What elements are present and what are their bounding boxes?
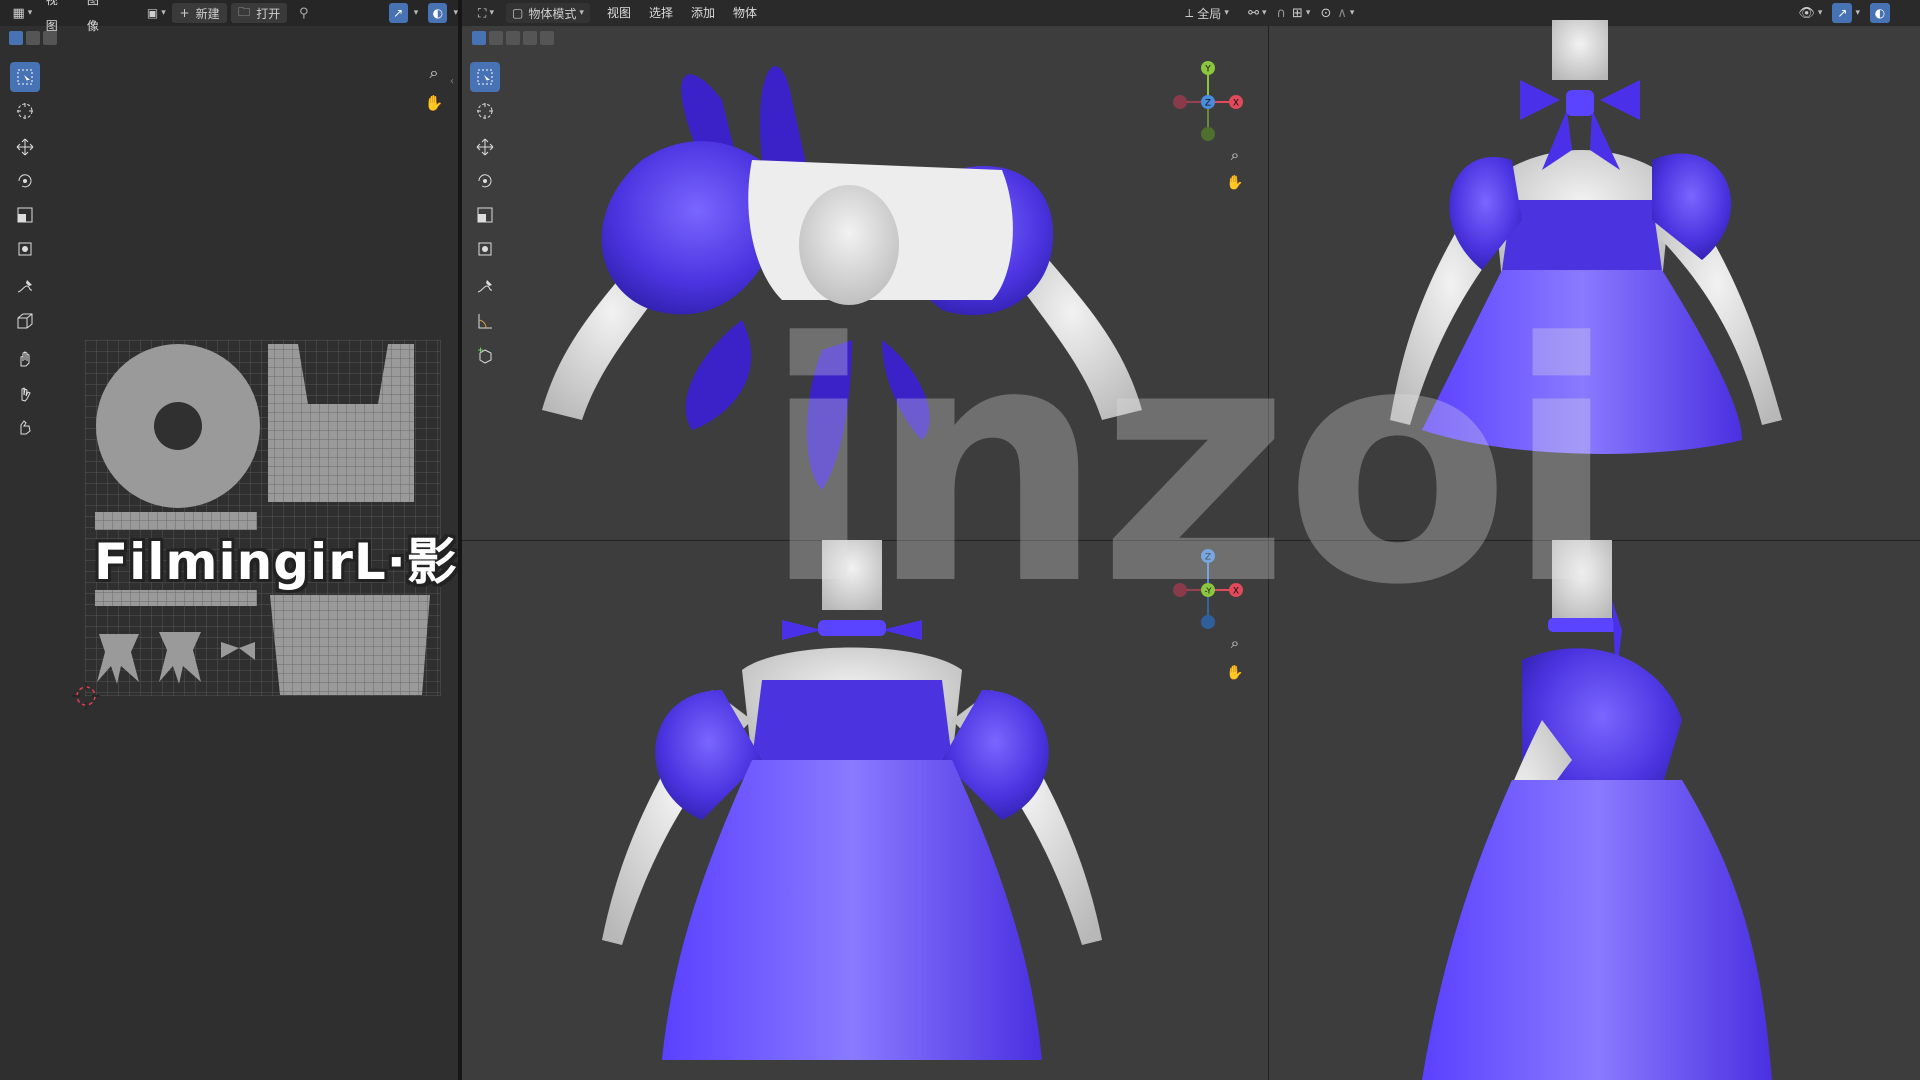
snap-target-icon[interactable]: ⊞ — [1292, 6, 1303, 21]
menu-select[interactable]: 选择 — [640, 0, 682, 26]
plus-icon: + — [179, 6, 190, 20]
rotate-tool-3d[interactable] — [470, 166, 500, 196]
editor-type-button-3d[interactable]: ⛶ ▾ — [472, 3, 500, 23]
overlay-logo-text: FilmingirL·影 — [94, 533, 458, 591]
select-mode-extend-icon-3d[interactable] — [489, 31, 503, 45]
gizmo-icon-3d: ↗ — [1837, 6, 1848, 20]
scale-tool-3d[interactable] — [470, 200, 500, 230]
select-box-tool[interactable] — [10, 62, 40, 92]
collapse-arrow-icon[interactable]: ‹ — [450, 76, 454, 87]
menu-add[interactable]: 添加 — [682, 0, 724, 26]
viewport-pan-icon-front[interactable]: ✋ — [1222, 660, 1248, 686]
menu-object[interactable]: 物体 — [724, 0, 766, 26]
3d-viewport-icon: ⛶ — [478, 5, 487, 20]
pinch-tool[interactable] — [10, 412, 40, 442]
new-label: 新建 — [195, 6, 220, 21]
snap-icon[interactable]: ∩ — [1277, 6, 1287, 21]
mode-dropdown[interactable]: ▢ 物体模式 ▾ — [506, 3, 590, 23]
pin-icon[interactable]: ⚲ — [299, 6, 309, 21]
mode-label: 物体模式 — [528, 6, 577, 21]
watermark-logo: inzoi — [762, 273, 1618, 657]
object-mode-icon: ▢ — [512, 6, 524, 20]
add-cube-tool-3d[interactable] — [470, 340, 500, 370]
cursor-tool-3d[interactable] — [470, 96, 500, 126]
uv-editor-header: ▦ ▾ 视图 图像 ▣ ▾ + 新建 🗀 打开 ⚲ ↗ ▾ ◐ ▾ — [0, 0, 458, 33]
annotate-tool-3d[interactable] — [470, 272, 500, 302]
uv-layout — [85, 340, 441, 696]
overlay-icon-3d: ◐ — [1874, 6, 1886, 20]
move-tool-3d[interactable] — [470, 132, 500, 162]
falloff-icon[interactable]: ∧ — [1337, 6, 1347, 21]
uv-island-skirt — [270, 595, 430, 695]
pan-hand-icon[interactable]: ✋ — [421, 90, 447, 116]
gizmo-dropdown-icon[interactable]: ▾ — [414, 8, 419, 18]
editor-type-button[interactable]: ▦ ▾ — [8, 3, 37, 23]
visibility-icon[interactable]: 👁 — [1798, 6, 1815, 21]
zoom-icon[interactable]: ⌕ — [421, 60, 447, 86]
uv-editor-area: ▦ ▾ 视图 图像 ▣ ▾ + 新建 🗀 打开 ⚲ ↗ ▾ ◐ ▾ ⌕ ✋ ‹ … — [0, 0, 458, 1080]
select-mode-set-icon[interactable] — [9, 31, 23, 45]
image-icon: ▣ — [146, 6, 159, 20]
relax-tool[interactable] — [10, 378, 40, 408]
select-mode-set-icon-3d[interactable] — [472, 31, 486, 45]
menu-image[interactable]: 图像 — [78, 0, 119, 39]
uv-select-mode-row — [9, 31, 57, 45]
select-mode-subtract-icon[interactable] — [43, 31, 57, 45]
folder-icon: 🗀 — [238, 4, 251, 19]
transform-orientation-dropdown[interactable]: ⟂ 全局 ▾ — [1178, 3, 1236, 23]
open-image-button[interactable]: 🗀 打开 — [231, 3, 288, 23]
open-label: 打开 — [256, 6, 281, 21]
viewport-toolbar — [470, 62, 506, 370]
select-mode-subtract-icon-3d[interactable] — [506, 31, 520, 45]
pivot-icon[interactable]: ⚯ — [1248, 6, 1259, 21]
grab-tool[interactable] — [10, 344, 40, 374]
gizmo-icon: ↗ — [393, 6, 404, 20]
rotate-tool[interactable] — [10, 166, 40, 196]
measure-tool-3d[interactable] — [470, 306, 500, 336]
gizmo-toggle-button[interactable]: ↗ — [388, 3, 408, 23]
image-editor-icon: ▦ — [12, 5, 25, 21]
new-image-button[interactable]: + 新建 — [171, 3, 228, 23]
rip-tool[interactable] — [10, 306, 40, 336]
overlay-toggle-button[interactable]: ◐ — [428, 3, 448, 23]
orientation-icon: ⟂ — [1185, 5, 1194, 20]
orientation-label: 全局 — [1197, 6, 1222, 21]
image-browse-button[interactable]: ▣ ▾ — [143, 3, 170, 23]
menu-view-3d[interactable]: 视图 — [598, 0, 640, 26]
transform-tool-3d[interactable] — [470, 234, 500, 264]
2d-cursor-icon[interactable] — [70, 680, 102, 712]
overlay-icon: ◐ — [432, 6, 444, 20]
move-tool[interactable] — [10, 132, 40, 162]
select-mode-extend-icon[interactable] — [26, 31, 40, 45]
annotate-tool[interactable] — [10, 272, 40, 302]
proportional-edit-icon[interactable]: ⊙ — [1320, 6, 1331, 21]
uv-toolbar — [10, 62, 46, 442]
transform-tool[interactable] — [10, 234, 40, 264]
3d-viewport-area: ⛶ ▾ ▢ 物体模式 ▾ 视图 选择 添加 物体 ⟂ 全局 ▾ ⚯ ▾ ∩ ⊞ ▾ ⊙ ∧ ▾ … — [462, 0, 1920, 1080]
select-box-tool-3d[interactable] — [470, 62, 500, 92]
cursor-tool[interactable] — [10, 96, 40, 126]
scale-tool[interactable] — [10, 200, 40, 230]
